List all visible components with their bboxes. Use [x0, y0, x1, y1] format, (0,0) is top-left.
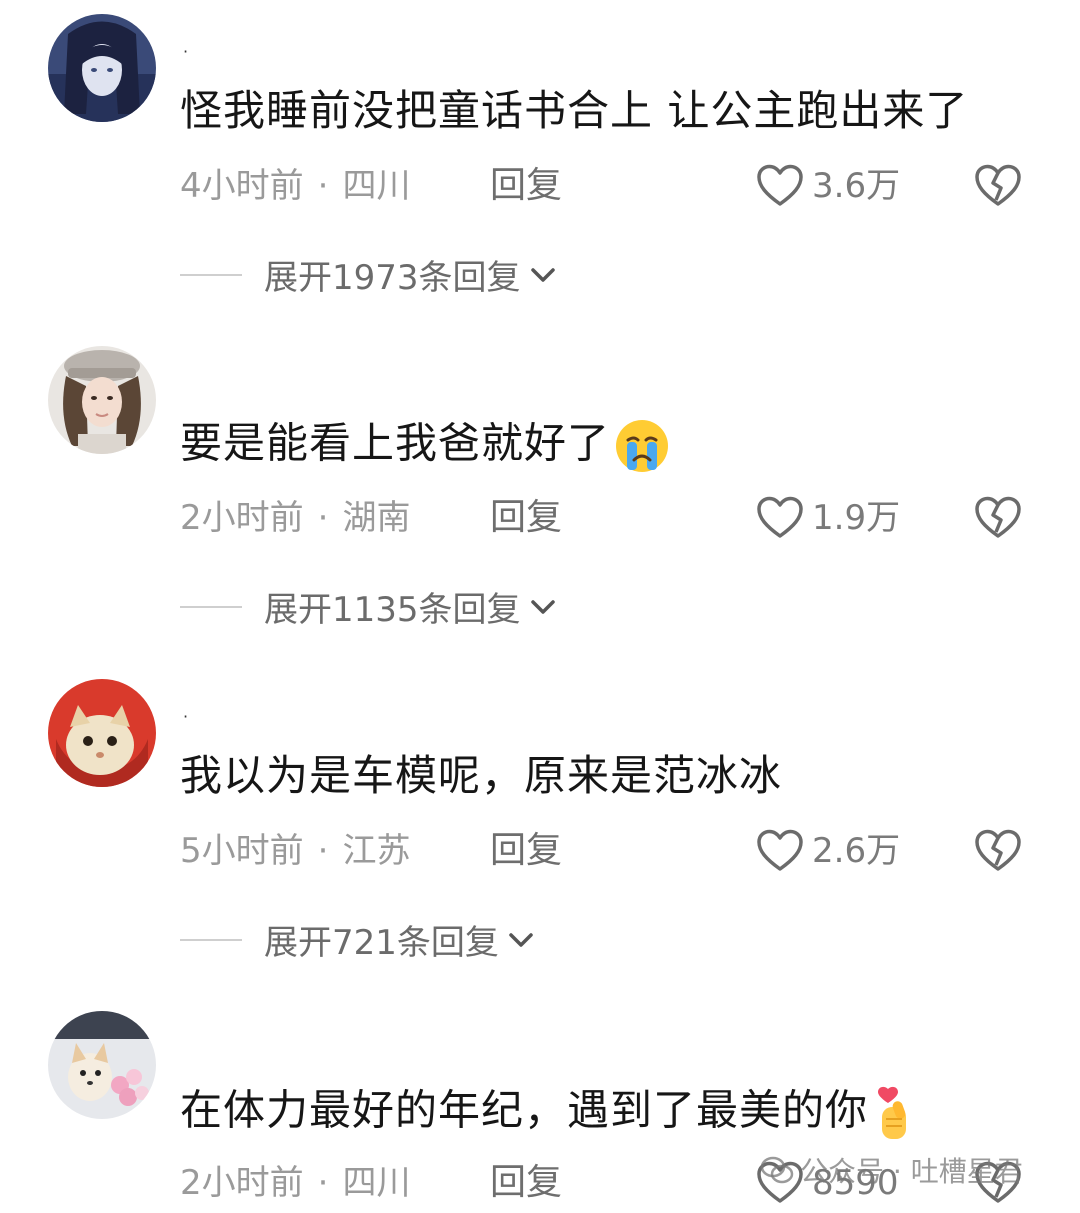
chevron-down-icon [509, 932, 533, 947]
broken-heart-icon[interactable] [974, 829, 1022, 873]
avatar[interactable] [48, 679, 156, 787]
meta-separator: · [317, 166, 329, 206]
comment-location: 四川 [342, 166, 411, 206]
divider-line [180, 605, 242, 608]
comment-item: 要是能看上我爸就好了 2小时前 · 湖南 回复 1.9万 展开1135条回复 [0, 346, 1080, 676]
decorative-dot: · [183, 707, 189, 726]
wechat-icon [760, 1156, 794, 1184]
heart-icon [757, 496, 803, 538]
comment-meta: 5小时前 · 江苏 [180, 831, 410, 871]
like-button[interactable]: 2.6万 [756, 829, 900, 873]
cat-avatar [48, 679, 156, 787]
meta-separator: · [317, 1163, 329, 1203]
like-count: 1.9万 [812, 498, 901, 538]
reply-button[interactable]: 回复 [490, 498, 562, 538]
chevron-down-icon [530, 599, 555, 614]
meta-separator: · [317, 498, 329, 538]
comment-text: 在体力最好的年纪，遇到了最美的你 [180, 1083, 920, 1143]
expand-replies-button[interactable]: 展开721条回复 [180, 915, 535, 964]
heart-icon [757, 164, 803, 206]
comment-text: 怪我睡前没把童话书合上 让公主跑出来了 [180, 86, 969, 135]
reply-button[interactable]: 回复 [490, 831, 562, 871]
reply-button[interactable]: 回复 [490, 166, 562, 206]
reply-button[interactable]: 回复 [490, 1163, 562, 1203]
expand-replies-button[interactable]: 展开1135条回复 [180, 582, 557, 631]
comment-text: 要是能看上我爸就好了 [180, 418, 670, 474]
comment-location: 江苏 [342, 831, 411, 871]
broken-heart-icon[interactable] [974, 164, 1022, 208]
like-button[interactable]: 3.6万 [756, 164, 900, 208]
comment-time: 2小时前 [180, 498, 304, 538]
expand-replies-label: 展开1973条回复 [264, 258, 521, 298]
dog-with-flowers-avatar [48, 1011, 156, 1119]
anime-girl-avatar [48, 14, 156, 122]
like-count: 3.6万 [812, 166, 901, 206]
avatar[interactable] [48, 346, 156, 454]
avatar[interactable] [48, 14, 156, 122]
like-button[interactable]: 1.9万 [756, 496, 900, 540]
expand-replies-label: 展开1135条回复 [264, 590, 521, 630]
comment-text: 我以为是车模呢，原来是范冰冰 [180, 751, 783, 800]
divider-line [180, 938, 242, 941]
divider-line [180, 273, 242, 276]
heart-icon [757, 829, 803, 871]
chevron-down-icon [530, 267, 555, 282]
comment-time: 5小时前 [180, 831, 304, 871]
expand-replies-label: 展开721条回复 [264, 923, 499, 963]
watermark-text: 公众号 · 吐槽星君 [800, 1155, 1023, 1188]
crying-emoji [616, 420, 669, 472]
girl-with-cap-avatar [48, 346, 156, 454]
like-count: 2.6万 [812, 831, 901, 871]
decorative-dot: · [183, 42, 189, 61]
finger-heart-emoji [878, 1086, 907, 1139]
comment-location: 湖南 [342, 498, 411, 538]
comment-meta: 2小时前 · 四川 [180, 1163, 410, 1203]
expand-replies-button[interactable]: 展开1973条回复 [180, 250, 557, 299]
comment-item: · 我以为是车模呢，原来是范冰冰 5小时前 · 江苏 回复 2.6万 展开721条回… [0, 679, 1080, 1009]
comment-time: 4小时前 [180, 166, 304, 206]
comment-meta: 4小时前 · 四川 [180, 166, 410, 206]
comment-meta: 2小时前 · 湖南 [180, 498, 410, 538]
comment-time: 2小时前 [180, 1163, 304, 1203]
comment-location: 四川 [342, 1163, 411, 1203]
meta-separator: · [317, 831, 329, 871]
avatar[interactable] [48, 1011, 156, 1119]
comment-item: · 怪我睡前没把童话书合上 让公主跑出来了 4小时前 · 四川 回复 3.6万 展开… [0, 14, 1080, 344]
watermark: 公众号 · 吐槽星君 [760, 1150, 1023, 1190]
broken-heart-icon[interactable] [974, 496, 1022, 540]
